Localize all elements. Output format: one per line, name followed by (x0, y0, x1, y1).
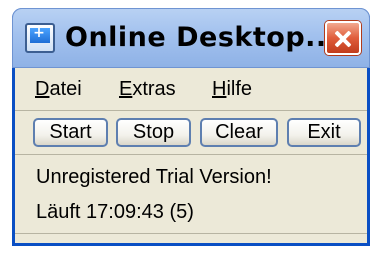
window-title: Online Desktop... (65, 22, 338, 53)
menu-hilfe[interactable]: Hilfe (212, 78, 252, 101)
menu-extras-label: xtras (132, 78, 176, 100)
running-status: Läuft 17:09:43 (5) (36, 201, 194, 223)
stop-button[interactable]: Stop (116, 118, 191, 147)
title-bar[interactable]: + Online Desktop... (12, 8, 370, 68)
menu-extras[interactable]: Extras (119, 78, 176, 101)
plus-glyph: + (33, 25, 45, 41)
registration-status: Unregistered Trial Version! (36, 166, 272, 188)
menu-bar: Datei Extras Hilfe (15, 72, 367, 111)
divider (15, 233, 367, 234)
start-button[interactable]: Start (33, 118, 108, 147)
clear-button[interactable]: Clear (200, 118, 278, 147)
app-window: + Online Desktop... Datei Extras Hilfe S… (12, 8, 370, 246)
close-icon[interactable] (325, 21, 361, 55)
menu-datei-mnemonic: D (35, 78, 50, 100)
menu-datei[interactable]: Datei (35, 78, 82, 101)
menu-datei-label: atei (49, 78, 82, 100)
toolbar: Start Stop Clear Exit (15, 114, 367, 155)
menu-extras-mnemonic: E (119, 78, 133, 100)
menu-hilfe-mnemonic: H (212, 78, 227, 100)
menu-hilfe-label: ilfe (226, 78, 253, 100)
exit-button[interactable]: Exit (287, 118, 361, 147)
app-monitor-icon[interactable]: + (25, 23, 55, 53)
